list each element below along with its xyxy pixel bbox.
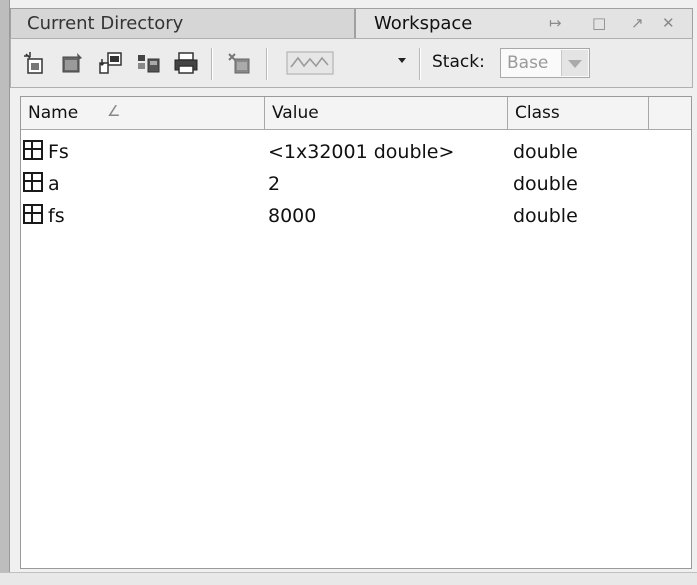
stack-label: Stack: [432, 52, 485, 72]
open-selection-icon[interactable] [60, 51, 86, 75]
column-header-value[interactable]: Value [265, 97, 508, 130]
stack-select[interactable]: Base [500, 48, 590, 78]
save-workspace-icon[interactable] [136, 51, 162, 75]
table-row[interactable]: fs 8000 double [21, 201, 691, 233]
delete-icon[interactable] [227, 51, 253, 75]
table-row[interactable]: Fs <1x32001 double> double [21, 137, 691, 169]
variable-value: <1x32001 double> [268, 141, 455, 163]
toolbar-separator [266, 48, 268, 80]
column-header-class-label: Class [515, 103, 560, 123]
stack-dropdown-button[interactable] [561, 50, 588, 76]
variable-name: Fs [48, 141, 69, 163]
column-header-value-label: Value [272, 103, 319, 123]
matrix-icon [23, 204, 43, 224]
tab-current-directory-label: Current Directory [27, 13, 184, 34]
variable-name: fs [48, 205, 65, 227]
table-row[interactable]: a 2 double [21, 169, 691, 201]
matrix-icon [23, 172, 43, 192]
variable-class: double [513, 173, 578, 195]
sort-indicator-icon: ∠ [107, 102, 121, 120]
chevron-down-icon [568, 60, 582, 68]
variable-value: 2 [268, 173, 281, 195]
plot-dropdown-arrow-icon[interactable] [398, 58, 406, 63]
tab-workspace[interactable]: Workspace ↦ □ ↗ ✕ [355, 8, 693, 38]
tab-workspace-label: Workspace [374, 13, 473, 34]
workspace-window: Current Directory Workspace ↦ □ ↗ ✕ Stac… [0, 0, 697, 585]
variable-name: a [48, 173, 60, 195]
stack-select-value: Base [507, 53, 549, 73]
restore-icon[interactable]: ↗ [631, 14, 644, 32]
column-header-empty [649, 97, 691, 130]
column-header-name[interactable]: Name ∠ [21, 97, 265, 130]
variable-value: 8000 [268, 205, 317, 227]
new-variable-icon[interactable] [23, 51, 49, 75]
workspace-variable-table: Name ∠ Value Class Fs <1x32001 double> d… [20, 96, 692, 569]
undock-icon[interactable]: ↦ [549, 14, 562, 32]
tab-bar: Current Directory Workspace ↦ □ ↗ ✕ [10, 8, 693, 38]
tab-current-directory[interactable]: Current Directory [10, 8, 355, 38]
variable-class: double [513, 141, 578, 163]
left-dock-edge[interactable] [0, 0, 10, 584]
bottom-status-edge [0, 572, 697, 585]
import-data-icon[interactable] [98, 51, 124, 75]
close-icon[interactable]: ✕ [662, 14, 675, 32]
plot-icon[interactable] [284, 51, 340, 75]
column-header-class[interactable]: Class [508, 97, 649, 130]
toolbar-separator [211, 48, 213, 80]
print-icon[interactable] [173, 51, 199, 75]
maximize-icon[interactable]: □ [592, 14, 606, 32]
variable-class: double [513, 205, 578, 227]
matrix-icon [23, 140, 43, 160]
toolbar-separator [419, 48, 421, 80]
workspace-toolbar: Stack: Base [10, 38, 693, 88]
column-header-name-label: Name [28, 103, 79, 123]
